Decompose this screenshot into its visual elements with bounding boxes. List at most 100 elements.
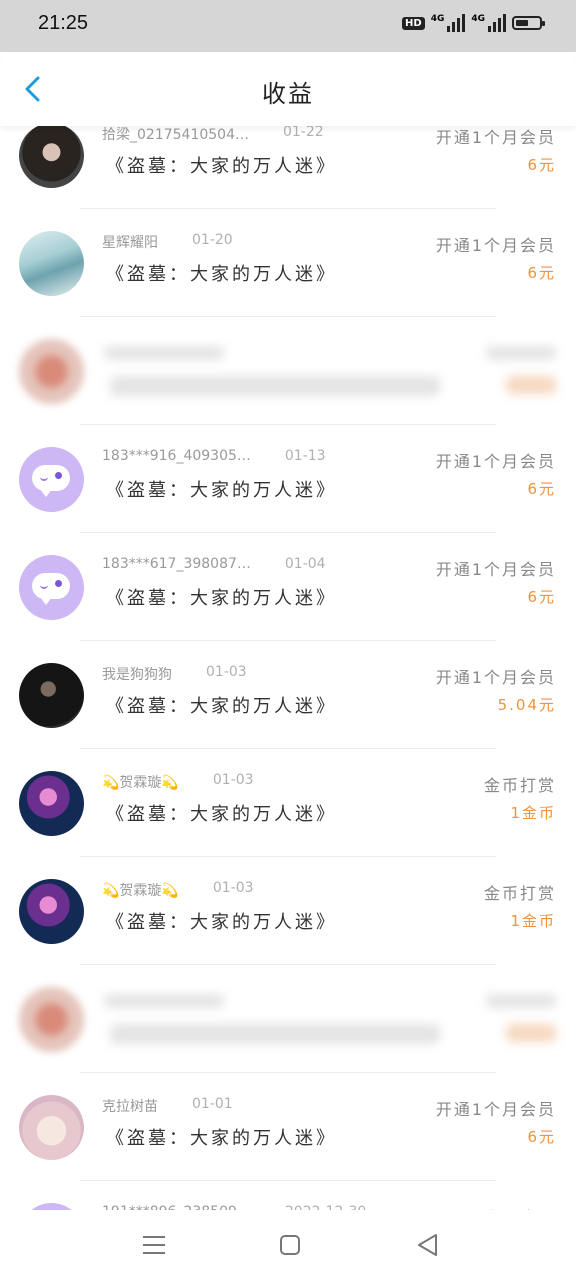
default-avatar-chat-icon xyxy=(32,465,70,497)
avatar[interactable] xyxy=(19,126,84,188)
user-line: 克拉树苗 01-01 xyxy=(102,1096,233,1116)
user-line: 💫贺霖璇💫 01-03 xyxy=(102,772,254,792)
list-item[interactable]: 克拉树苗 01-01 《盗墓：大家的万人迷》 开通1个月会员 6元 xyxy=(0,1095,576,1206)
earning-type: 金币打赏 xyxy=(483,884,556,903)
book-title: 《盗墓：大家的万人迷》 xyxy=(106,912,337,933)
earning-amount: 6元 xyxy=(527,480,556,498)
earning-type: 开通1个月会员 xyxy=(435,236,556,255)
date: 01-13 xyxy=(284,448,326,464)
earning-amount: 1金币 xyxy=(510,804,556,822)
list-item[interactable] xyxy=(0,339,576,450)
book-title: 《盗墓：大家的万人迷》 xyxy=(106,156,337,177)
blurred-text xyxy=(110,376,440,396)
divider xyxy=(80,748,496,749)
earning-amount: 6元 xyxy=(527,264,556,282)
list-item[interactable]: 星辉耀阳 01-20 《盗墓：大家的万人迷》 开通1个月会员 6元 xyxy=(0,231,576,342)
earning-amount: 5.04元 xyxy=(497,696,556,714)
list-item[interactable]: 拾梁_02175410504… 01-22 《盗墓：大家的万人迷》 开通1个月会员 6元 xyxy=(0,126,576,234)
earning-amount: 1金币 xyxy=(510,912,556,930)
date: 01-22 xyxy=(282,126,324,140)
user-name: 183***916_409305… xyxy=(102,448,251,464)
avatar[interactable] xyxy=(19,447,84,512)
user-line: 183***916_409305… 01-13 xyxy=(102,448,326,464)
book-title: 《盗墓：大家的万人迷》 xyxy=(106,696,337,717)
earning-amount: 6元 xyxy=(527,1128,556,1146)
user-line: 我是狗狗狗 01-03 xyxy=(102,664,247,684)
earnings-list[interactable]: 拾梁_02175410504… 01-22 《盗墓：大家的万人迷》 开通1个月会员 6元… xyxy=(0,126,576,1210)
user-name: 星辉耀阳 xyxy=(102,235,158,251)
blurred-text xyxy=(506,376,556,394)
list-item[interactable]: 💫贺霖璇💫 01-03 《盗墓：大家的万人迷》 金币打赏 1金币 xyxy=(0,771,576,882)
status-icons: HD 4G 4G xyxy=(402,14,545,32)
user-name: 拾梁_02175410504… xyxy=(102,127,249,143)
avatar[interactable] xyxy=(19,231,84,296)
hd-icon: HD xyxy=(402,16,425,30)
app-header: 收益 xyxy=(0,52,576,126)
user-name: 我是狗狗狗 xyxy=(102,667,172,683)
user-name: 💫贺霖璇💫 xyxy=(102,883,179,899)
divider xyxy=(80,856,496,857)
book-title: 《盗墓：大家的万人迷》 xyxy=(106,804,337,825)
avatar[interactable] xyxy=(19,879,84,944)
book-title: 《盗墓：大家的万人迷》 xyxy=(106,480,337,501)
divider xyxy=(80,640,496,641)
date: 01-20 xyxy=(192,232,233,248)
book-title: 《盗墓：大家的万人迷》 xyxy=(106,1128,337,1149)
date: 01-03 xyxy=(212,772,254,788)
list-item[interactable]: 183***617_398087… 01-04 《盗墓：大家的万人迷》 开通1个月会员… xyxy=(0,555,576,666)
divider xyxy=(80,424,496,425)
avatar[interactable] xyxy=(19,1095,84,1160)
earning-type: 开通1个月会员 xyxy=(435,560,556,579)
divider xyxy=(80,1072,496,1073)
user-line: 💫贺霖璇💫 01-03 xyxy=(102,880,254,900)
divider xyxy=(80,964,496,965)
date: 01-03 xyxy=(206,664,247,680)
avatar[interactable] xyxy=(19,339,84,404)
user-line: 星辉耀阳 01-20 xyxy=(102,232,233,252)
list-item[interactable]: 💫贺霖璇💫 01-03 《盗墓：大家的万人迷》 金币打赏 1金币 xyxy=(0,879,576,990)
home-icon[interactable] xyxy=(276,1232,304,1258)
book-title: 《盗墓：大家的万人迷》 xyxy=(106,264,337,285)
list-item[interactable] xyxy=(0,987,576,1098)
default-avatar-chat-icon xyxy=(32,573,70,605)
back-triangle-icon[interactable] xyxy=(414,1232,442,1258)
status-bar: 21:25 HD 4G 4G xyxy=(0,0,576,52)
avatar[interactable] xyxy=(19,555,84,620)
divider xyxy=(80,316,496,317)
date: 01-03 xyxy=(212,880,254,896)
avatar[interactable] xyxy=(19,663,84,728)
blurred-text xyxy=(104,346,224,360)
user-name: 183***617_398087… xyxy=(102,556,251,572)
list-item[interactable]: 183***916_409305… 01-13 《盗墓：大家的万人迷》 开通1个月会员… xyxy=(0,447,576,558)
earning-type: 开通1个月会员 xyxy=(435,128,556,147)
user-name: 💫贺霖璇💫 xyxy=(102,775,179,791)
signal-icon-2: 4G xyxy=(471,14,506,32)
battery-icon xyxy=(512,16,545,30)
divider xyxy=(80,532,496,533)
earning-type: 开通1个月会员 xyxy=(435,668,556,687)
list-item[interactable]: 我是狗狗狗 01-03 《盗墓：大家的万人迷》 开通1个月会员 5.04元 xyxy=(0,663,576,774)
avatar[interactable] xyxy=(19,771,84,836)
date: 01-01 xyxy=(192,1096,233,1112)
page-title: 收益 xyxy=(262,80,314,108)
status-time: 21:25 xyxy=(38,12,89,34)
date: 01-04 xyxy=(284,556,326,572)
earning-amount: 6元 xyxy=(527,156,556,174)
earning-type: 金币打赏 xyxy=(483,776,556,795)
blurred-text xyxy=(486,346,556,360)
menu-icon[interactable] xyxy=(140,1232,168,1258)
user-line: 拾梁_02175410504… 01-22 xyxy=(102,126,324,144)
earning-type: 开通1个月会员 xyxy=(435,1100,556,1119)
blurred-text xyxy=(104,994,224,1008)
system-nav-bar xyxy=(0,1210,576,1280)
signal-icon: 4G xyxy=(431,14,466,32)
divider xyxy=(80,208,496,209)
user-name: 克拉树苗 xyxy=(102,1099,158,1115)
avatar[interactable] xyxy=(19,987,84,1052)
divider xyxy=(80,1180,496,1181)
user-line: 183***617_398087… 01-04 xyxy=(102,556,326,572)
book-title: 《盗墓：大家的万人迷》 xyxy=(106,588,337,609)
earning-amount: 6元 xyxy=(527,588,556,606)
blurred-text xyxy=(486,994,556,1008)
blurred-text xyxy=(506,1024,556,1042)
